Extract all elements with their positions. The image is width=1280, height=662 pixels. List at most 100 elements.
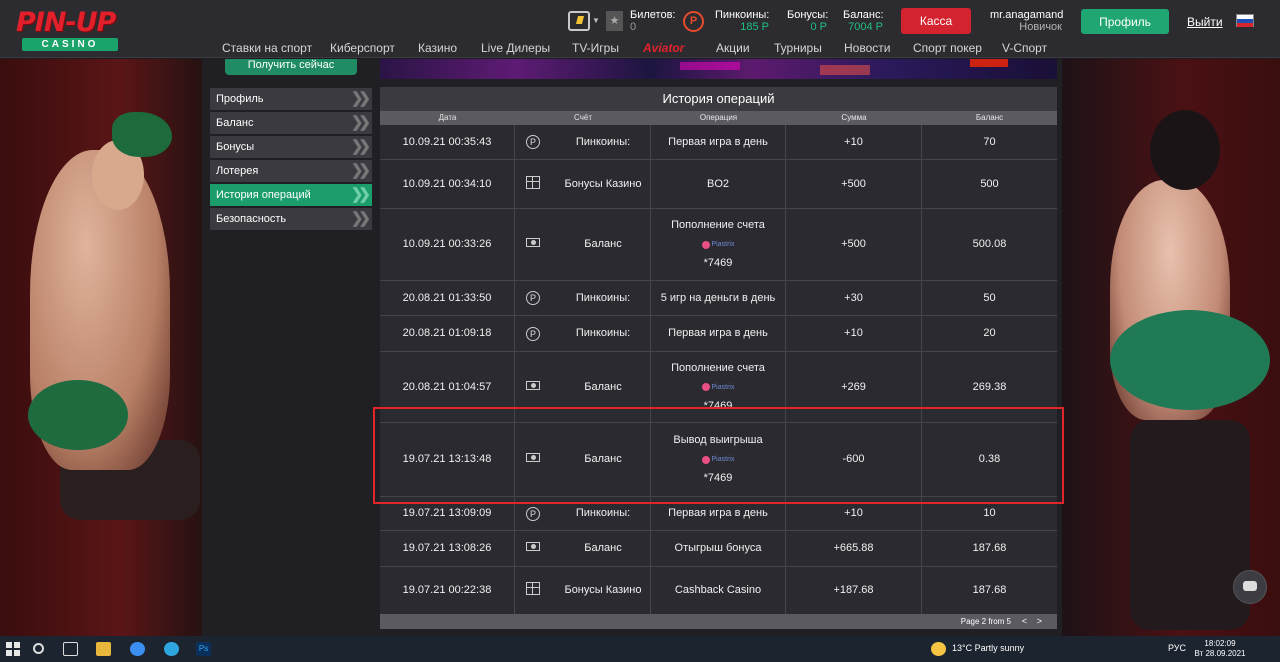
pincoins-value: 185 Р: [740, 21, 769, 33]
ticket-icon[interactable]: [568, 11, 590, 31]
chevron-right-icon: ❯❯: [350, 114, 371, 131]
table-row: 20.08.21 01:33:50 P Пинкоины: 5 игр на день…: [380, 281, 1057, 316]
file-explorer-icon[interactable]: [96, 642, 111, 656]
get-now-button[interactable]: Получить сейчас: [225, 59, 357, 75]
account-name: Бонусы Казино: [564, 177, 642, 190]
column-header-amount: Сумма: [841, 113, 867, 122]
system-clock[interactable]: 18:02:09 Вт 28.09.2021: [1193, 639, 1247, 659]
chrome-icon[interactable]: [130, 642, 145, 656]
table-row: 10.09.21 00:35:43 P Пинкоины: Первая игра в…: [380, 125, 1057, 160]
nav-item-tournaments[interactable]: Турниры: [774, 41, 822, 55]
account-name: Бонусы Казино: [564, 584, 642, 596]
task-view-icon[interactable]: [63, 642, 78, 656]
logo-text: PIN-UP: [16, 7, 116, 38]
pinup-figure-right-skirt: [1110, 310, 1270, 410]
bonuses-label: Бонусы:: [787, 9, 829, 21]
pinup-figure-right: [1130, 420, 1250, 630]
column-header-account: Счёт: [574, 113, 592, 122]
pagination-prev-button[interactable]: <: [1022, 616, 1027, 626]
photoshop-icon[interactable]: Ps: [196, 642, 211, 656]
language-flag-icon[interactable]: [1236, 14, 1254, 27]
cell-operation: 5 игр на деньги в день: [651, 281, 786, 315]
pincoin-icon: P: [526, 135, 540, 149]
cell-balance: 500.08: [972, 238, 1007, 250]
table-row: 10.09.21 00:34:10 Бонусы Казино BO2 +500 500: [380, 160, 1057, 209]
logout-link[interactable]: Выйти: [1187, 15, 1223, 29]
highlight-frame: [373, 407, 1064, 504]
sidebar-item-balance[interactable]: Баланс ❯❯: [210, 112, 372, 134]
cell-date: 10.09.21 00:35:43: [380, 125, 515, 159]
nav-item-esports[interactable]: Киберспорт: [330, 41, 395, 55]
pinup-figure-left-skirt: [28, 380, 128, 450]
chevron-right-icon: ❯❯: [350, 162, 371, 179]
operation-name: Отыгрыш бонуса: [674, 542, 762, 554]
pincoins-stat: Пинкоины: 185 Р: [715, 9, 769, 33]
table-row: 19.07.21 00:22:38 Бонусы Казино Cashback C…: [380, 567, 1057, 615]
main-nav: Ставки на спорт Киберспорт Казино Live Д…: [0, 38, 1280, 58]
nav-item-v-sport[interactable]: V-Спорт: [1002, 41, 1047, 55]
cash-icon: [526, 542, 540, 555]
cash-icon: [526, 238, 540, 251]
cell-date: 10.09.21 00:34:10: [380, 160, 515, 208]
chevron-down-icon[interactable]: ▼: [592, 16, 600, 25]
sidebar-item-security[interactable]: Безопасность ❯❯: [210, 208, 372, 230]
cell-amount: +10: [786, 125, 922, 159]
cell-date: 19.07.21 00:22:38: [380, 567, 515, 614]
cell-amount: +665.88: [786, 531, 922, 566]
operation-name: BO2: [706, 177, 729, 190]
pagination-next-button[interactable]: >: [1037, 616, 1042, 626]
cell-balance: 50: [983, 291, 996, 304]
nav-item-tv-games[interactable]: TV-Игры: [572, 41, 619, 55]
promo-banner[interactable]: [380, 59, 1057, 79]
cell-operation: Cashback Casino: [651, 567, 786, 614]
pincoins-label: Пинкоины:: [715, 9, 770, 21]
nav-item-sport-poker[interactable]: Спорт покер: [913, 41, 982, 55]
account-name: Баланс: [584, 380, 622, 393]
cell-account: Баланс: [515, 531, 651, 566]
star-icon[interactable]: ★: [606, 11, 623, 31]
chat-icon[interactable]: [1233, 570, 1267, 604]
operation-name: Первая игра в день: [668, 327, 768, 339]
cashier-button[interactable]: Касса: [901, 8, 971, 34]
piastrix-icon: [701, 383, 710, 391]
pagination: Page 2 from 5 < >: [380, 614, 1057, 629]
cell-amount: +500: [786, 209, 922, 280]
payment-system-logo: Piastrix: [701, 238, 735, 251]
profile-button[interactable]: Профиль: [1081, 9, 1169, 34]
clock-date: Вт 28.09.2021: [1194, 649, 1246, 658]
site-header: PIN-UP CASINO ▼ ★ Билетов: 0 P Пинкоины:…: [0, 0, 1280, 58]
cell-operation: Первая игра в день: [651, 125, 786, 159]
sidebar-item-lottery[interactable]: Лотерея ❯❯: [210, 160, 372, 182]
nav-item-live-dealers[interactable]: Live Дилеры: [481, 41, 550, 55]
cell-account: Бонусы Казино: [515, 160, 651, 208]
bonuses-value: 0 Р: [810, 21, 827, 33]
cell-balance: 187.68: [972, 542, 1007, 554]
sidebar-item-history[interactable]: История операций ❯❯: [210, 184, 372, 206]
tickets-label: Билетов:: [630, 9, 676, 21]
cell-operation: Первая игра в день: [651, 316, 786, 351]
windows-start-icon[interactable]: [6, 642, 21, 656]
balance-label: Баланс:: [843, 9, 884, 21]
pagination-text: Page 2 from 5: [960, 617, 1011, 626]
nav-item-news[interactable]: Новости: [844, 41, 890, 55]
column-header-operation: Операция: [699, 113, 738, 122]
search-icon[interactable]: [33, 643, 44, 654]
sidebar-item-bonuses[interactable]: Бонусы ❯❯: [210, 136, 372, 158]
pincoin-icon: P: [526, 291, 540, 305]
gift-icon: [526, 175, 540, 193]
nav-item-promotions[interactable]: Акции: [716, 41, 750, 55]
nav-item-casino[interactable]: Казино: [418, 41, 457, 55]
piastrix-icon: [701, 240, 710, 249]
account-name: Баланс: [584, 238, 622, 250]
weather-icon: [931, 642, 946, 656]
language-indicator[interactable]: РУС: [1168, 643, 1186, 653]
payment-system-name: Piastrix: [711, 241, 735, 248]
nav-item-sports[interactable]: Ставки на спорт: [222, 41, 312, 55]
pinup-figure-right-head: [1150, 110, 1220, 190]
nav-item-aviator[interactable]: Aviator: [643, 41, 684, 55]
chevron-right-icon: ❯❯: [350, 90, 371, 107]
history-column-headers: Дата Счёт Операция Сумма Баланс: [380, 111, 1057, 125]
cell-balance: 20: [983, 327, 996, 339]
sidebar-item-profile[interactable]: Профиль ❯❯: [210, 88, 372, 110]
telegram-icon[interactable]: [164, 642, 179, 656]
